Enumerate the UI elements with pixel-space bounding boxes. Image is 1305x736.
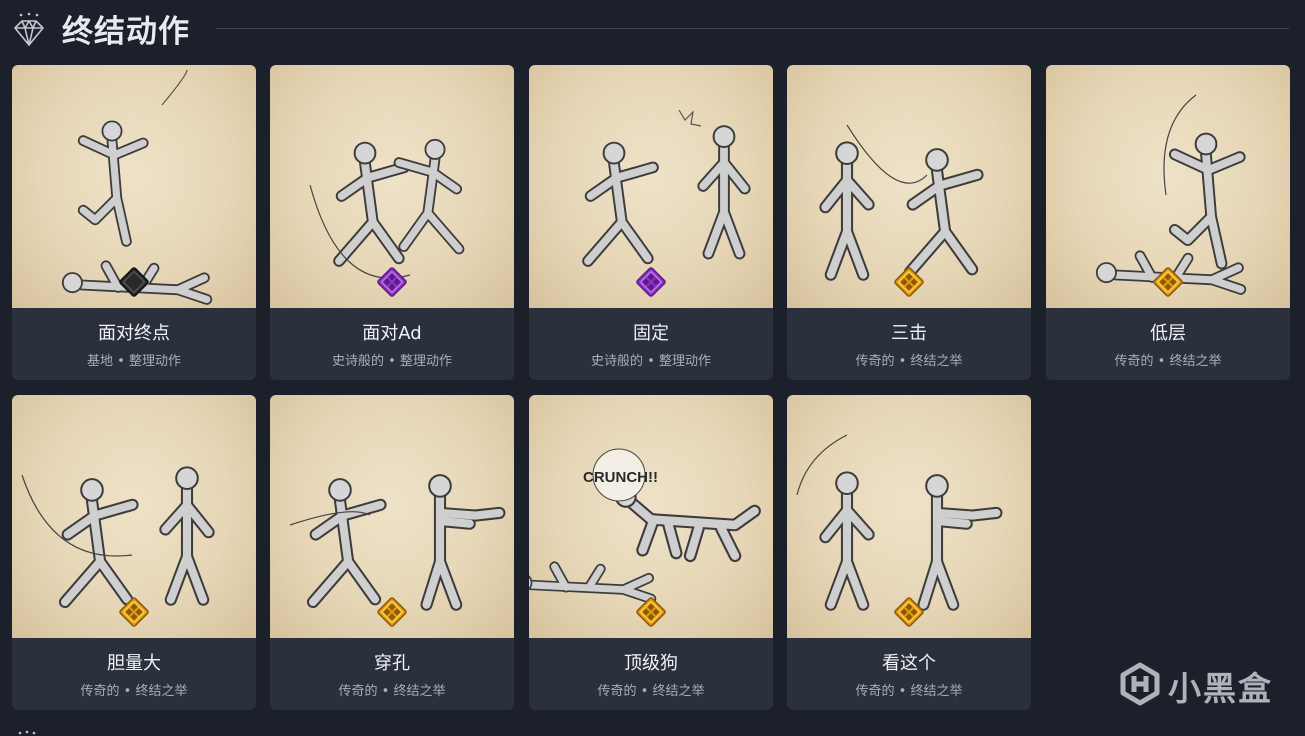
rarity-base-icon (119, 267, 149, 297)
watermark-text: 小黑盒 (1168, 669, 1273, 708)
finisher-illustration-punch (529, 65, 773, 308)
finisher-card[interactable]: 面对终点基地 • 整理动作 (12, 65, 256, 380)
finisher-name: 胆量大 (107, 653, 161, 674)
rarity-legendary-icon (1153, 267, 1183, 297)
finisher-rarity-label: 传奇的 • 终结之举 (80, 684, 188, 699)
rarity-legendary-icon (894, 597, 924, 627)
finisher-card[interactable]: 三击传奇的 • 终结之举 (787, 65, 1031, 380)
finisher-name: 顶级狗 (624, 653, 678, 674)
xiaoheihe-logo-icon (1120, 662, 1160, 706)
finisher-card[interactable]: 穿孔传奇的 • 终结之举 (270, 395, 514, 710)
finisher-rarity-label: 史诗般的 • 整理动作 (591, 354, 711, 369)
finisher-name: 低层 (1150, 323, 1186, 344)
header-divider (216, 28, 1289, 29)
finisher-card[interactable]: 固定史诗般的 • 整理动作 (529, 65, 773, 380)
art-caption: CRUNCH!! (583, 469, 658, 486)
finisher-card[interactable]: 看这个传奇的 • 终结之举 (787, 395, 1031, 710)
rarity-epic-icon (377, 267, 407, 297)
finisher-name: 面对终点 (98, 323, 170, 344)
finisher-name: 面对Ad (362, 323, 422, 344)
finisher-illustration-knife-grab (12, 395, 256, 638)
finisher-rarity-label: 史诗般的 • 整理动作 (332, 354, 452, 369)
watermark: 小黑盒 (1118, 660, 1278, 708)
rarity-legendary-icon (377, 597, 407, 627)
rarity-legendary-icon (894, 267, 924, 297)
finisher-rarity-label: 传奇的 • 终结之举 (1114, 354, 1222, 369)
finisher-illustration-dog: CRUNCH!! (529, 395, 773, 638)
finisher-rarity-label: 基地 • 整理动作 (87, 354, 181, 369)
finisher-rarity-label: 传奇的 • 终结之举 (855, 354, 963, 369)
finisher-name: 看这个 (882, 653, 936, 674)
finisher-name: 穿孔 (374, 653, 410, 674)
rarity-epic-icon (636, 267, 666, 297)
finisher-rarity-label: 传奇的 • 终结之举 (855, 684, 963, 699)
finisher-rarity-label: 传奇的 • 终结之举 (338, 684, 446, 699)
finisher-illustration-disarm (787, 395, 1031, 638)
finisher-illustration-triple-strike (787, 65, 1031, 308)
finisher-illustration-stomp (12, 65, 256, 308)
section-header: 终结动作 (0, 0, 1305, 56)
rarity-legendary-icon (119, 597, 149, 627)
finisher-illustration-ground-stab (1046, 65, 1290, 308)
next-section-icon (18, 730, 36, 735)
finisher-card[interactable]: 低层传奇的 • 终结之举 (1046, 65, 1290, 380)
finisher-name: 固定 (633, 323, 669, 344)
finisher-illustration-slam (270, 65, 514, 308)
finisher-card[interactable]: 胆量大传奇的 • 终结之举 (12, 395, 256, 710)
finisher-card[interactable]: CRUNCH!! 顶级狗传奇的 • 终结之举 (529, 395, 773, 710)
rarity-legendary-icon (636, 597, 666, 627)
finisher-name: 三击 (891, 323, 927, 344)
finisher-rarity-label: 传奇的 • 终结之举 (597, 684, 705, 699)
finisher-illustration-throw (270, 395, 514, 638)
diamond-icon (14, 12, 44, 46)
finisher-card[interactable]: 面对Ad 史诗般的 • 整理动作 (270, 65, 514, 380)
page-title: 终结动作 (62, 14, 190, 50)
